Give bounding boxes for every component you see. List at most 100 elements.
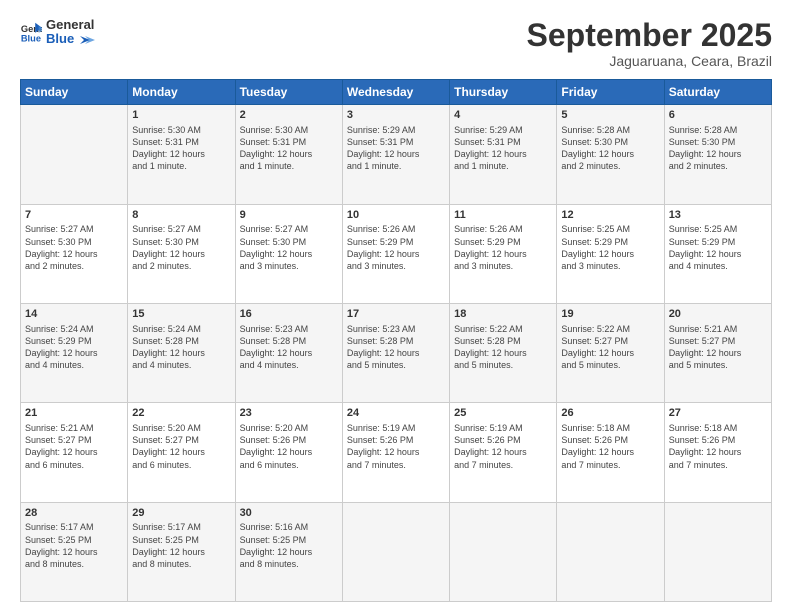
weekday-monday: Monday xyxy=(128,80,235,105)
week-row-1: 1Sunrise: 5:30 AM Sunset: 5:31 PM Daylig… xyxy=(21,105,772,204)
cell-info: Sunrise: 5:17 AM Sunset: 5:25 PM Dayligh… xyxy=(132,521,230,570)
calendar-cell: 9Sunrise: 5:27 AM Sunset: 5:30 PM Daylig… xyxy=(235,204,342,303)
day-number: 21 xyxy=(25,406,123,421)
cell-info: Sunrise: 5:29 AM Sunset: 5:31 PM Dayligh… xyxy=(347,124,445,173)
month-title: September 2025 xyxy=(527,18,772,53)
calendar-cell: 8Sunrise: 5:27 AM Sunset: 5:30 PM Daylig… xyxy=(128,204,235,303)
location-subtitle: Jaguaruana, Ceara, Brazil xyxy=(527,53,772,69)
calendar-cell: 23Sunrise: 5:20 AM Sunset: 5:26 PM Dayli… xyxy=(235,403,342,502)
day-number: 18 xyxy=(454,307,552,322)
day-number: 3 xyxy=(347,108,445,123)
calendar-cell: 29Sunrise: 5:17 AM Sunset: 5:25 PM Dayli… xyxy=(128,502,235,601)
cell-info: Sunrise: 5:25 AM Sunset: 5:29 PM Dayligh… xyxy=(561,223,659,272)
calendar-cell: 30Sunrise: 5:16 AM Sunset: 5:25 PM Dayli… xyxy=(235,502,342,601)
weekday-header-row: SundayMondayTuesdayWednesdayThursdayFrid… xyxy=(21,80,772,105)
calendar-cell: 20Sunrise: 5:21 AM Sunset: 5:27 PM Dayli… xyxy=(664,303,771,402)
day-number: 13 xyxy=(669,208,767,223)
calendar-cell: 15Sunrise: 5:24 AM Sunset: 5:28 PM Dayli… xyxy=(128,303,235,402)
cell-info: Sunrise: 5:27 AM Sunset: 5:30 PM Dayligh… xyxy=(25,223,123,272)
day-number: 7 xyxy=(25,208,123,223)
title-section: September 2025 Jaguaruana, Ceara, Brazil xyxy=(527,18,772,69)
day-number: 10 xyxy=(347,208,445,223)
calendar-cell: 21Sunrise: 5:21 AM Sunset: 5:27 PM Dayli… xyxy=(21,403,128,502)
cell-info: Sunrise: 5:16 AM Sunset: 5:25 PM Dayligh… xyxy=(240,521,338,570)
day-number: 28 xyxy=(25,506,123,521)
cell-info: Sunrise: 5:24 AM Sunset: 5:29 PM Dayligh… xyxy=(25,323,123,372)
logo-icon: General Blue xyxy=(20,21,42,43)
day-number: 6 xyxy=(669,108,767,123)
calendar-cell: 26Sunrise: 5:18 AM Sunset: 5:26 PM Dayli… xyxy=(557,403,664,502)
calendar-cell: 14Sunrise: 5:24 AM Sunset: 5:29 PM Dayli… xyxy=(21,303,128,402)
cell-info: Sunrise: 5:23 AM Sunset: 5:28 PM Dayligh… xyxy=(240,323,338,372)
day-number: 5 xyxy=(561,108,659,123)
calendar-cell xyxy=(342,502,449,601)
day-number: 16 xyxy=(240,307,338,322)
cell-info: Sunrise: 5:20 AM Sunset: 5:26 PM Dayligh… xyxy=(240,422,338,471)
day-number: 24 xyxy=(347,406,445,421)
cell-info: Sunrise: 5:18 AM Sunset: 5:26 PM Dayligh… xyxy=(561,422,659,471)
calendar-cell: 1Sunrise: 5:30 AM Sunset: 5:31 PM Daylig… xyxy=(128,105,235,204)
calendar-cell: 24Sunrise: 5:19 AM Sunset: 5:26 PM Dayli… xyxy=(342,403,449,502)
logo-blue: Blue xyxy=(46,32,96,46)
logo-arrow-icon xyxy=(80,34,96,46)
cell-info: Sunrise: 5:25 AM Sunset: 5:29 PM Dayligh… xyxy=(669,223,767,272)
cell-info: Sunrise: 5:22 AM Sunset: 5:28 PM Dayligh… xyxy=(454,323,552,372)
calendar-cell xyxy=(664,502,771,601)
logo-general: General xyxy=(46,18,96,32)
cell-info: Sunrise: 5:30 AM Sunset: 5:31 PM Dayligh… xyxy=(240,124,338,173)
calendar-cell: 17Sunrise: 5:23 AM Sunset: 5:28 PM Dayli… xyxy=(342,303,449,402)
calendar-cell: 3Sunrise: 5:29 AM Sunset: 5:31 PM Daylig… xyxy=(342,105,449,204)
cell-info: Sunrise: 5:20 AM Sunset: 5:27 PM Dayligh… xyxy=(132,422,230,471)
day-number: 23 xyxy=(240,406,338,421)
logo: General Blue General Blue xyxy=(20,18,96,47)
day-number: 17 xyxy=(347,307,445,322)
cell-info: Sunrise: 5:27 AM Sunset: 5:30 PM Dayligh… xyxy=(132,223,230,272)
day-number: 22 xyxy=(132,406,230,421)
calendar-cell: 19Sunrise: 5:22 AM Sunset: 5:27 PM Dayli… xyxy=(557,303,664,402)
day-number: 12 xyxy=(561,208,659,223)
calendar-cell: 28Sunrise: 5:17 AM Sunset: 5:25 PM Dayli… xyxy=(21,502,128,601)
calendar-cell: 13Sunrise: 5:25 AM Sunset: 5:29 PM Dayli… xyxy=(664,204,771,303)
cell-info: Sunrise: 5:24 AM Sunset: 5:28 PM Dayligh… xyxy=(132,323,230,372)
weekday-thursday: Thursday xyxy=(450,80,557,105)
calendar-table: SundayMondayTuesdayWednesdayThursdayFrid… xyxy=(20,79,772,602)
calendar-cell: 11Sunrise: 5:26 AM Sunset: 5:29 PM Dayli… xyxy=(450,204,557,303)
day-number: 29 xyxy=(132,506,230,521)
calendar-cell: 16Sunrise: 5:23 AM Sunset: 5:28 PM Dayli… xyxy=(235,303,342,402)
cell-info: Sunrise: 5:19 AM Sunset: 5:26 PM Dayligh… xyxy=(347,422,445,471)
day-number: 20 xyxy=(669,307,767,322)
calendar-cell: 25Sunrise: 5:19 AM Sunset: 5:26 PM Dayli… xyxy=(450,403,557,502)
cell-info: Sunrise: 5:30 AM Sunset: 5:31 PM Dayligh… xyxy=(132,124,230,173)
day-number: 25 xyxy=(454,406,552,421)
calendar-cell: 22Sunrise: 5:20 AM Sunset: 5:27 PM Dayli… xyxy=(128,403,235,502)
calendar-cell: 6Sunrise: 5:28 AM Sunset: 5:30 PM Daylig… xyxy=(664,105,771,204)
day-number: 27 xyxy=(669,406,767,421)
calendar-cell: 10Sunrise: 5:26 AM Sunset: 5:29 PM Dayli… xyxy=(342,204,449,303)
svg-text:Blue: Blue xyxy=(21,34,41,44)
calendar-cell xyxy=(21,105,128,204)
day-number: 19 xyxy=(561,307,659,322)
weekday-friday: Friday xyxy=(557,80,664,105)
cell-info: Sunrise: 5:28 AM Sunset: 5:30 PM Dayligh… xyxy=(561,124,659,173)
day-number: 9 xyxy=(240,208,338,223)
cell-info: Sunrise: 5:29 AM Sunset: 5:31 PM Dayligh… xyxy=(454,124,552,173)
weekday-sunday: Sunday xyxy=(21,80,128,105)
day-number: 14 xyxy=(25,307,123,322)
cell-info: Sunrise: 5:26 AM Sunset: 5:29 PM Dayligh… xyxy=(347,223,445,272)
calendar-page: General Blue General Blue September 2025… xyxy=(0,0,792,612)
cell-info: Sunrise: 5:27 AM Sunset: 5:30 PM Dayligh… xyxy=(240,223,338,272)
calendar-cell: 7Sunrise: 5:27 AM Sunset: 5:30 PM Daylig… xyxy=(21,204,128,303)
cell-info: Sunrise: 5:21 AM Sunset: 5:27 PM Dayligh… xyxy=(669,323,767,372)
day-number: 11 xyxy=(454,208,552,223)
day-number: 1 xyxy=(132,108,230,123)
day-number: 8 xyxy=(132,208,230,223)
cell-info: Sunrise: 5:22 AM Sunset: 5:27 PM Dayligh… xyxy=(561,323,659,372)
day-number: 2 xyxy=(240,108,338,123)
day-number: 30 xyxy=(240,506,338,521)
calendar-cell: 27Sunrise: 5:18 AM Sunset: 5:26 PM Dayli… xyxy=(664,403,771,502)
calendar-cell: 18Sunrise: 5:22 AM Sunset: 5:28 PM Dayli… xyxy=(450,303,557,402)
cell-info: Sunrise: 5:19 AM Sunset: 5:26 PM Dayligh… xyxy=(454,422,552,471)
cell-info: Sunrise: 5:21 AM Sunset: 5:27 PM Dayligh… xyxy=(25,422,123,471)
cell-info: Sunrise: 5:17 AM Sunset: 5:25 PM Dayligh… xyxy=(25,521,123,570)
calendar-cell: 12Sunrise: 5:25 AM Sunset: 5:29 PM Dayli… xyxy=(557,204,664,303)
